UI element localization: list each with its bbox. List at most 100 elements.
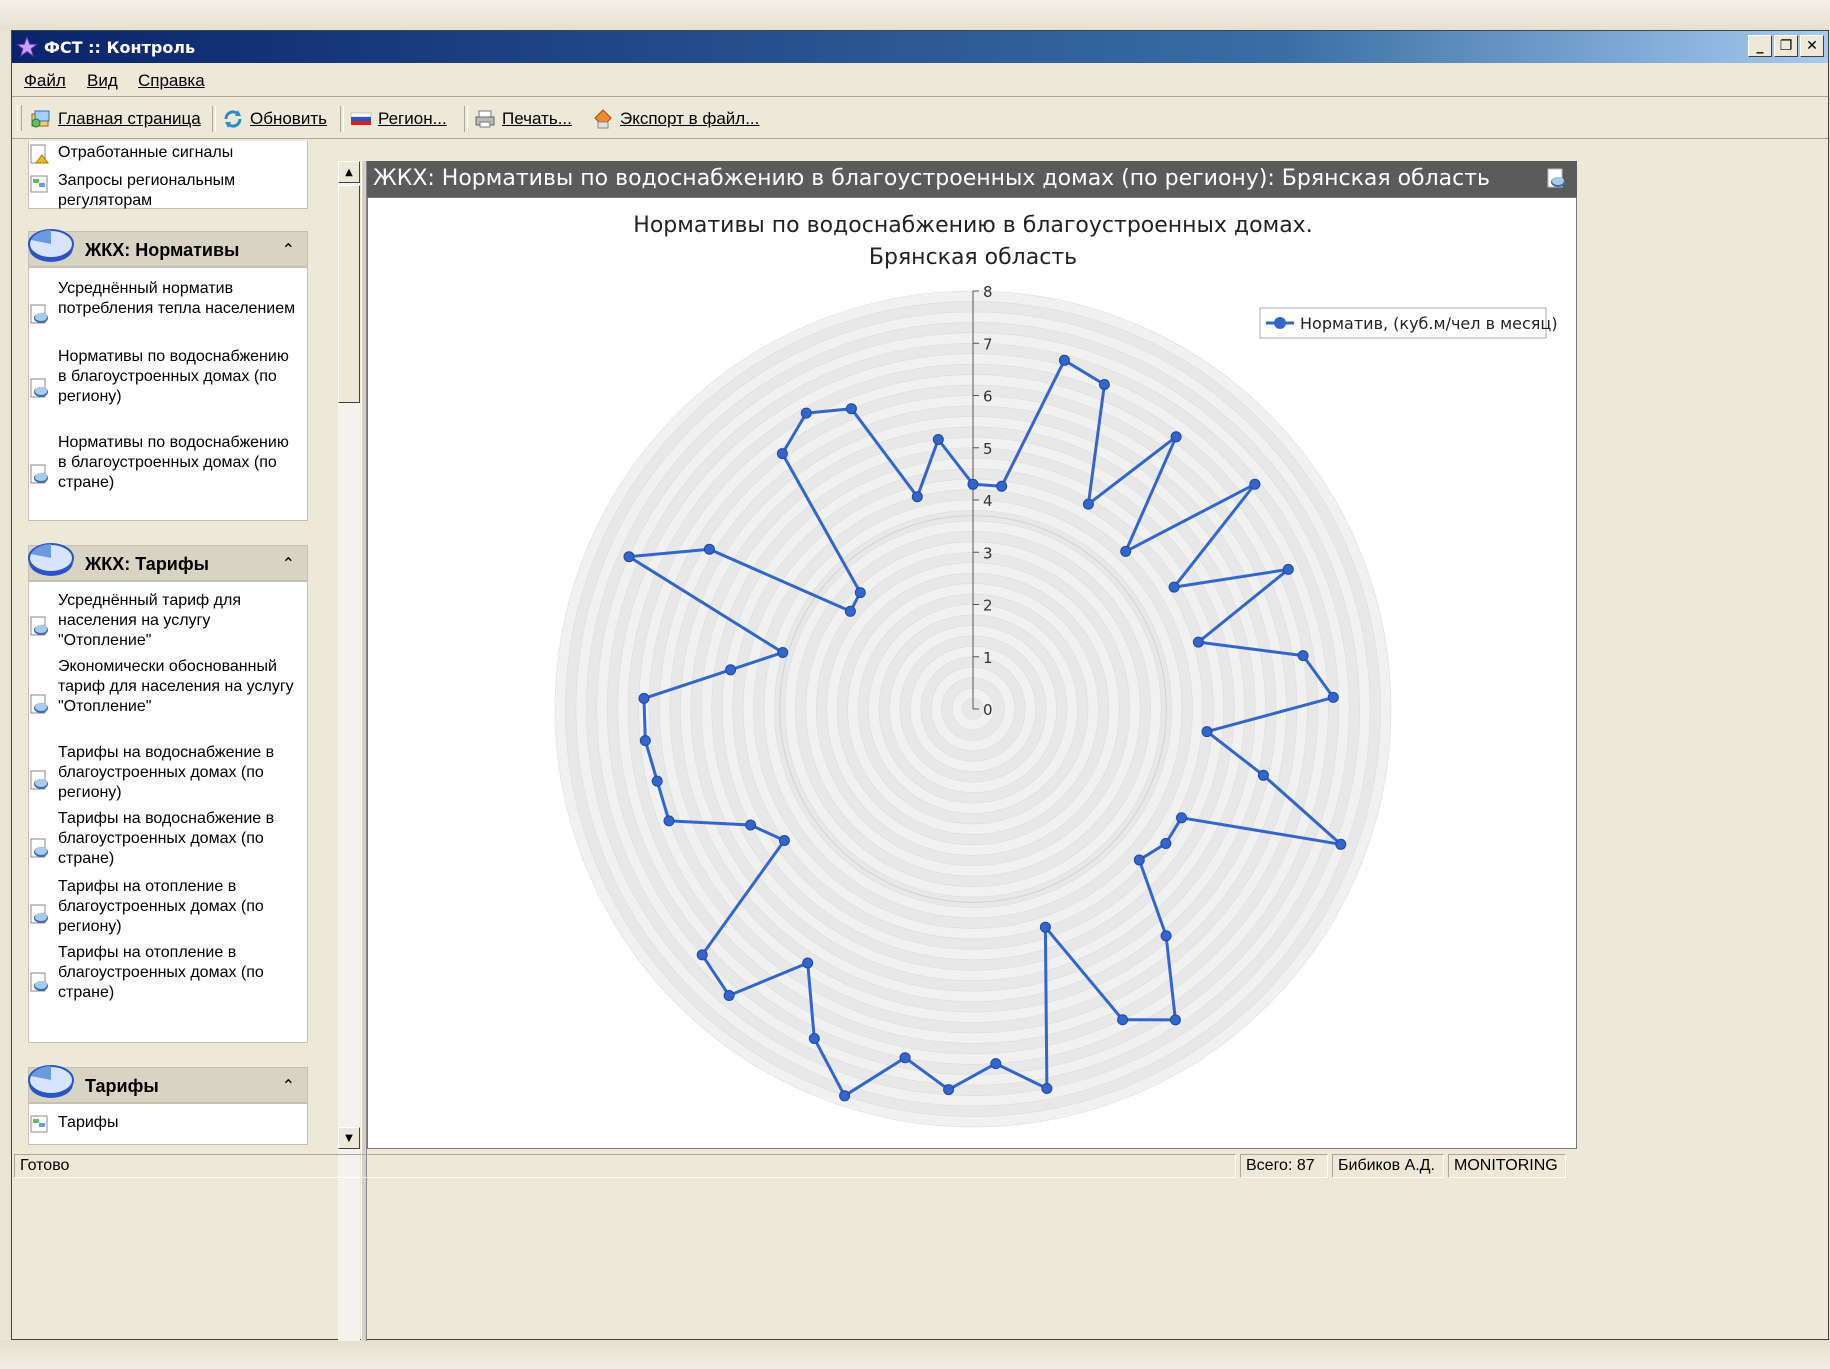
refresh-button[interactable]: Обновить xyxy=(222,106,327,132)
data-point xyxy=(1160,930,1172,942)
data-point xyxy=(651,775,663,787)
radar-tick-label: 2 xyxy=(983,597,993,615)
data-point xyxy=(776,448,788,460)
status-bar: Готово Всего: 87 Бибиков А.Д. MONITORING xyxy=(12,1151,1828,1181)
chart-subtitle: Брянская область xyxy=(869,245,1077,270)
nav-item-water-tariff-country[interactable]: Тарифы на водоснабжение в благоустроенны… xyxy=(58,809,298,869)
radar-tick-label: 1 xyxy=(983,649,993,667)
nav-item-econ-heating-tariff[interactable]: Экономически обоснованный тариф для насе… xyxy=(58,657,298,717)
data-point xyxy=(1192,636,1204,648)
refresh-label: Обновить xyxy=(250,109,327,128)
toolbar-separator xyxy=(212,106,216,132)
data-point xyxy=(802,957,814,969)
app-star-icon xyxy=(16,36,38,58)
group-header-norms[interactable]: ЖКХ: Нормативы ⌃ xyxy=(28,229,308,267)
nav-item-water-tariff-region[interactable]: Тарифы на водоснабжение в благоустроенны… xyxy=(58,743,298,803)
title-bar[interactable]: ФСТ :: Контроль _ ❐ ✕ xyxy=(12,31,1828,63)
scroll-up-button[interactable]: ▲ xyxy=(338,161,360,183)
data-point xyxy=(703,543,715,555)
data-point xyxy=(638,692,650,704)
close-icon: ✕ xyxy=(1806,38,1818,54)
report-icon xyxy=(30,616,48,636)
data-point xyxy=(1120,545,1132,557)
close-button[interactable]: ✕ xyxy=(1800,35,1824,57)
radar-tick-label: 6 xyxy=(983,388,993,406)
data-point xyxy=(932,434,944,445)
restore-icon: ❐ xyxy=(1779,38,1793,54)
printer-icon xyxy=(475,110,495,128)
data-point xyxy=(800,407,812,419)
menu-file[interactable]: Файл xyxy=(24,71,66,91)
window-title: ФСТ :: Контроль xyxy=(44,38,196,57)
status-total: Всего: 87 xyxy=(1240,1154,1328,1178)
nav-item-requests[interactable]: Запросы региональным регуляторам xyxy=(58,171,298,211)
nav-item-signals[interactable]: Отработанные сигналы xyxy=(58,143,298,163)
radar-tick-label: 0 xyxy=(983,701,993,719)
nav-item-water-norm-country[interactable]: Нормативы по водоснабжению в благоустрое… xyxy=(58,433,298,493)
nav-item-avg-heating-tariff[interactable]: Усреднённый тариф для населения на услуг… xyxy=(58,591,298,651)
report-icon xyxy=(30,904,48,924)
export-button[interactable]: Экспорт в файл... xyxy=(592,106,759,132)
radar-tick-label: 7 xyxy=(983,335,993,353)
collapse-chevron-icon[interactable]: ⌃ xyxy=(282,554,295,573)
russia-flag-icon xyxy=(350,112,372,125)
report-icon xyxy=(30,770,48,790)
radar-tick-label: 8 xyxy=(983,283,993,301)
nav-item-heating-tariff-region[interactable]: Тарифы на отопление в благоустроенных до… xyxy=(58,877,298,937)
document-warning-icon xyxy=(30,144,49,164)
print-label: Печать... xyxy=(502,109,572,128)
nav-item-heating-tariff-country[interactable]: Тарифы на отопление в благоустроенных до… xyxy=(58,943,298,1003)
nav-item-heat-norm[interactable]: Усреднённый норматив потребления тепла н… xyxy=(58,279,298,319)
data-point xyxy=(696,949,708,961)
data-point xyxy=(844,605,856,617)
menu-help[interactable]: Справка xyxy=(138,71,205,91)
group-header-tariffs[interactable]: Тарифы ⌃ xyxy=(28,1065,308,1103)
scroll-thumb[interactable] xyxy=(338,185,360,403)
chart-title: Нормативы по водоснабжению в благоустрое… xyxy=(633,213,1312,238)
minimize-button[interactable]: _ xyxy=(1748,35,1772,57)
app-window: ФСТ :: Контроль _ ❐ ✕ Файл Вид Справка Г… xyxy=(11,30,1829,1341)
menu-view[interactable]: Вид xyxy=(87,71,118,91)
data-point xyxy=(1257,769,1269,781)
data-point xyxy=(1170,431,1182,443)
toolbar: Главная страница Обновить Регион... Печа… xyxy=(12,98,1828,139)
data-point xyxy=(777,647,789,658)
toolbar-separator xyxy=(340,106,344,132)
data-point xyxy=(623,551,635,563)
data-point xyxy=(1082,498,1094,510)
data-point xyxy=(778,835,790,846)
group-title-norms: ЖКХ: Нормативы xyxy=(85,240,240,260)
nav-item-tariffs[interactable]: Тарифы xyxy=(58,1113,298,1133)
data-point xyxy=(1160,838,1172,849)
region-button[interactable]: Регион... xyxy=(350,106,447,132)
restore-button[interactable]: ❐ xyxy=(1774,35,1798,57)
home-button[interactable]: Главная страница xyxy=(30,106,201,132)
minimize-icon: _ xyxy=(1756,38,1764,54)
data-point xyxy=(1041,1083,1053,1094)
group-header-tariffs-zhkh[interactable]: ЖКХ: Тарифы ⌃ xyxy=(28,543,308,581)
radar-tick-label: 3 xyxy=(983,544,993,562)
data-point xyxy=(839,1090,851,1102)
data-point xyxy=(663,815,675,827)
data-point xyxy=(1058,354,1070,366)
refresh-icon xyxy=(224,110,242,128)
toolbar-grip[interactable] xyxy=(17,105,22,131)
scroll-down-button[interactable]: ▼ xyxy=(338,1127,360,1149)
collapse-chevron-icon[interactable]: ⌃ xyxy=(282,1076,295,1095)
data-point xyxy=(745,819,757,831)
data-point xyxy=(1249,478,1261,490)
report-options-icon[interactable] xyxy=(1545,167,1567,189)
nav-item-water-norm-region[interactable]: Нормативы по водоснабжению в благоустрое… xyxy=(58,347,298,407)
data-point xyxy=(639,735,651,747)
data-point xyxy=(1282,563,1294,575)
data-point xyxy=(1039,921,1051,933)
toolbar-separator xyxy=(464,106,468,132)
data-point xyxy=(808,1033,820,1044)
menu-bar: Файл Вид Справка xyxy=(12,64,1828,97)
group-title-tariffs: Тарифы xyxy=(85,1076,159,1096)
export-icon xyxy=(594,109,612,129)
print-button[interactable]: Печать... xyxy=(474,106,572,132)
collapse-chevron-icon[interactable]: ⌃ xyxy=(282,240,295,259)
table-icon xyxy=(30,1115,48,1133)
data-point xyxy=(1176,812,1187,824)
